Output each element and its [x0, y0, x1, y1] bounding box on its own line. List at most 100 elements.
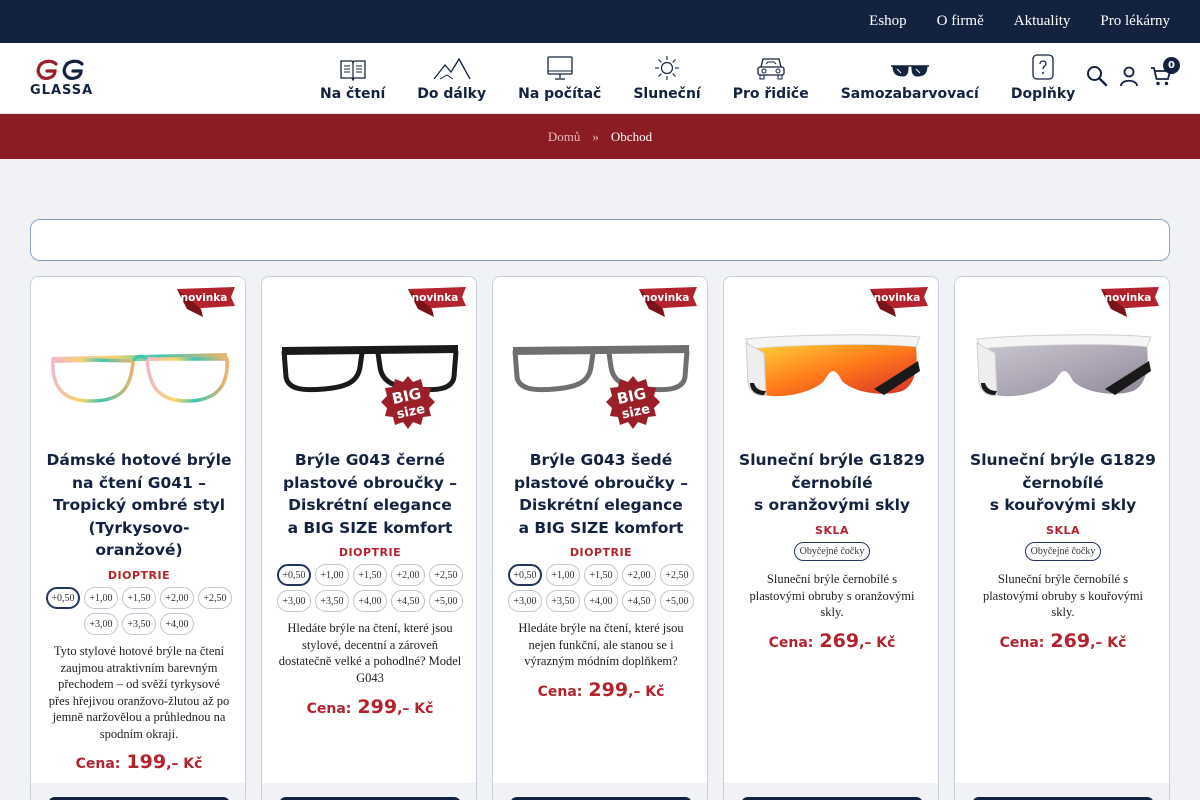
user-icon[interactable]: [1118, 65, 1140, 87]
nav-label: Doplňky: [1010, 86, 1076, 102]
diopter-option[interactable]: +1,50: [353, 564, 387, 586]
diopter-options: +0,50 +1,00 +1,50 +2,00 +2,50 +3,00 +3,5…: [41, 587, 237, 635]
nav-label: Na počítač: [518, 86, 602, 102]
sun-icon: [655, 56, 680, 80]
product-card[interactable]: novinka BIG size Brýle G043 šedé plastov…: [492, 276, 708, 800]
diopter-option[interactable]: +2,00: [160, 587, 194, 609]
diopter-option[interactable]: +4,50: [391, 590, 425, 612]
product-image: [281, 345, 459, 393]
nav-item-drivers[interactable]: Pro řidiče: [717, 51, 825, 107]
main-header: GLASSA Na čtení Do dálky Na počítač Slun…: [0, 43, 1200, 114]
diopter-option[interactable]: +4,00: [353, 590, 387, 612]
option-section-label: DIOPTRIE: [569, 546, 633, 559]
nav-label: Na čtení: [320, 86, 386, 102]
diopter-option[interactable]: +1,00: [315, 564, 349, 586]
product-card[interactable]: novinka BIG size Brýle G043 černé plasto…: [261, 276, 477, 800]
product-card[interactable]: novinka Sluneční brýle G1829 černobílé s…: [954, 276, 1170, 800]
logo[interactable]: GLASSA: [30, 59, 96, 99]
sunglasses-icon: [890, 65, 929, 77]
product-price: Cena: 299,– Kč: [306, 696, 434, 718]
diopter-option[interactable]: +3,50: [546, 590, 580, 612]
diopter-option[interactable]: +3,00: [277, 590, 311, 612]
product-price: Cena: 269,– Kč: [768, 630, 896, 652]
nav-item-computer[interactable]: Na počítač: [502, 51, 617, 107]
nav-item-photochromic[interactable]: Samozabarvovací: [825, 51, 995, 107]
product-image: [51, 353, 229, 403]
top-link-news[interactable]: Aktuality: [1014, 13, 1071, 30]
top-link-eshop[interactable]: Eshop: [869, 13, 907, 30]
product-title[interactable]: Brýle G043 šedé plastové obroučky – Disk…: [505, 449, 697, 539]
product-title[interactable]: Dámské hotové brýle na čtení G041 – Trop…: [43, 449, 235, 562]
search-icon[interactable]: [1086, 65, 1108, 87]
cart-icon[interactable]: 0: [1150, 57, 1180, 87]
product-title[interactable]: Sluneční brýle G1829 černobílé s oranžov…: [736, 449, 928, 517]
diopter-option[interactable]: +2,50: [198, 587, 232, 609]
diopter-option[interactable]: +4,50: [622, 590, 656, 612]
product-card[interactable]: novinka Sluneční brýle G1829 černobílé s…: [723, 276, 939, 800]
diopter-option[interactable]: +2,00: [622, 564, 656, 586]
top-link-about[interactable]: O firmě: [937, 13, 984, 30]
cart-count-badge: 0: [1163, 57, 1180, 74]
diopter-option[interactable]: +2,00: [391, 564, 425, 586]
diopter-option[interactable]: +3,50: [315, 590, 349, 612]
product-description: Hledáte brýle na čtení, které jsou stylo…: [278, 621, 462, 685]
diopter-option[interactable]: +3,00: [84, 613, 118, 635]
diopter-option[interactable]: +1,00: [84, 587, 118, 609]
product-grid: novinka Dámské hotové brýle na čtení G04…: [30, 276, 1170, 800]
product-price: Cena: 299,– Kč: [537, 679, 665, 701]
product-title[interactable]: Sluneční brýle G1829 černobílé s kouřový…: [967, 449, 1159, 517]
diopter-option[interactable]: +0,50: [508, 564, 542, 586]
lens-option[interactable]: Obyčejné čočky: [1024, 542, 1102, 561]
lens-option[interactable]: Obyčejné čočky: [793, 542, 871, 561]
nav-item-distance[interactable]: Do dálky: [401, 51, 502, 107]
product-description: Sluneční brýle černobílé s plastovými ob…: [749, 572, 915, 619]
product-description: Hledáte brýle na čtení, které jsou nejen…: [518, 621, 684, 668]
nav-item-sun[interactable]: Sluneční: [617, 51, 716, 107]
option-section-label: DIOPTRIE: [338, 546, 402, 559]
breadcrumb-current: Obchod: [610, 128, 653, 144]
option-section-label: DIOPTRIE: [107, 569, 171, 582]
car-icon: [757, 58, 785, 80]
bottle-icon: [1032, 54, 1054, 80]
product-card[interactable]: novinka Dámské hotové brýle na čtení G04…: [30, 276, 246, 800]
diopter-option[interactable]: +1,50: [122, 587, 156, 609]
diopter-option[interactable]: +0,50: [277, 564, 311, 586]
diopter-option[interactable]: +2,50: [429, 564, 463, 586]
diopter-option[interactable]: +4,00: [160, 613, 194, 635]
big-size-badge: BIG size: [381, 376, 435, 429]
book-icon: [339, 60, 366, 81]
breadcrumb-home[interactable]: Domů: [548, 129, 581, 145]
nav-label: Do dálky: [417, 86, 487, 102]
nav-item-accessories[interactable]: Doplňky: [995, 51, 1091, 107]
breadcrumb-separator: »: [592, 128, 599, 144]
diopter-option[interactable]: +1,50: [584, 564, 618, 586]
top-link-pharmacies[interactable]: Pro lékárny: [1100, 13, 1170, 30]
lens-options: Obyčejné čočky: [724, 542, 938, 561]
diopter-option[interactable]: +0,50: [46, 587, 80, 609]
product-price: Cena: 199,– Kč: [75, 751, 203, 773]
diopter-option[interactable]: +1,00: [546, 564, 580, 586]
monitor-icon: [547, 56, 573, 80]
product-filter-field[interactable]: [30, 219, 1170, 261]
diopter-option[interactable]: +3,00: [508, 590, 542, 612]
diopter-options: +0,50 +1,00 +1,50 +2,00 +2,50 +3,00 +3,5…: [503, 564, 699, 612]
product-image: [976, 334, 1152, 397]
big-size-badge: BIG size: [606, 376, 660, 429]
product-image: [512, 345, 690, 393]
diopter-option[interactable]: +2,50: [660, 564, 694, 586]
diopter-option[interactable]: +5,00: [660, 590, 694, 612]
diopter-option[interactable]: +5,00: [429, 590, 463, 612]
product-description: Tyto stylové hotové brýle na čtení zaujm…: [48, 644, 230, 741]
diopter-option[interactable]: +3,50: [122, 613, 156, 635]
top-bar: Eshop O firmě Aktuality Pro lékárny: [0, 0, 1200, 43]
diopter-options: +0,50 +1,00 +1,50 +2,00 +2,50 +3,00 +3,5…: [272, 564, 468, 612]
diopter-option[interactable]: +4,00: [584, 590, 618, 612]
product-image: [745, 334, 921, 397]
breadcrumb: Domů » Obchod: [0, 114, 1200, 159]
nav-label: Sluneční: [633, 86, 701, 102]
nav-item-reading[interactable]: Na čtení: [304, 51, 401, 107]
mountains-icon: [433, 57, 471, 80]
product-title[interactable]: Brýle G043 černé plastové obroučky – Dis…: [274, 449, 466, 539]
logo-text: GLASSA: [30, 83, 94, 98]
nav-label: Pro řidiče: [732, 86, 809, 102]
